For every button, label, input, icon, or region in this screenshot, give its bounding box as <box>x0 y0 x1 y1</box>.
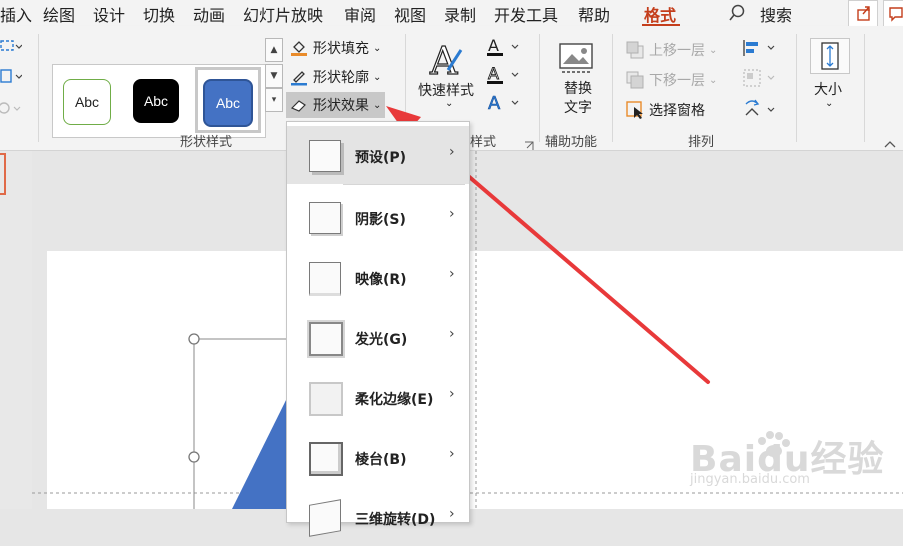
menu-item-label: 阴影(S) <box>355 212 406 228</box>
submenu-arrow-icon: › <box>449 266 455 282</box>
submenu-arrow-icon: › <box>449 446 455 462</box>
preset-icon <box>309 140 341 172</box>
submenu-arrow-icon: › <box>449 386 455 402</box>
menu-item-label: 三维旋转(D) <box>355 512 436 528</box>
menu-item-glow[interactable]: 发光(G) › <box>287 308 469 366</box>
menu-item-label: 棱台(B) <box>355 452 407 468</box>
menu-item-bevel[interactable]: 棱台(B) › <box>287 428 469 486</box>
menu-item-preset[interactable]: 预设(P) › <box>287 126 469 184</box>
submenu-arrow-icon: › <box>449 206 455 222</box>
bevel-icon <box>309 442 343 476</box>
menu-item-label: 柔化边缘(E) <box>355 392 434 408</box>
menu-separator <box>343 184 465 185</box>
menu-item-3d-rotation[interactable]: 三维旋转(D) › <box>287 488 469 546</box>
reflection-icon <box>309 262 341 296</box>
submenu-arrow-icon: › <box>449 326 455 342</box>
menu-item-reflection[interactable]: 映像(R) › <box>287 248 469 306</box>
menu-item-label: 映像(R) <box>355 272 407 288</box>
menu-item-shadow[interactable]: 阴影(S) › <box>287 188 469 246</box>
shadow-icon <box>309 202 341 234</box>
submenu-arrow-icon: › <box>449 506 455 522</box>
submenu-arrow-icon: › <box>449 144 455 160</box>
shape-effects-menu: 预设(P) › 阴影(S) › 映像(R) › 发光(G) › 柔化边缘(E) … <box>286 121 470 537</box>
menu-item-label: 预设(P) <box>355 150 407 166</box>
menu-item-label: 发光(G) <box>355 332 408 348</box>
glow-icon <box>309 322 343 356</box>
soft-edges-icon <box>309 382 343 416</box>
3d-rotation-icon <box>309 499 341 537</box>
menu-item-soft-edges[interactable]: 柔化边缘(E) › <box>287 368 469 426</box>
